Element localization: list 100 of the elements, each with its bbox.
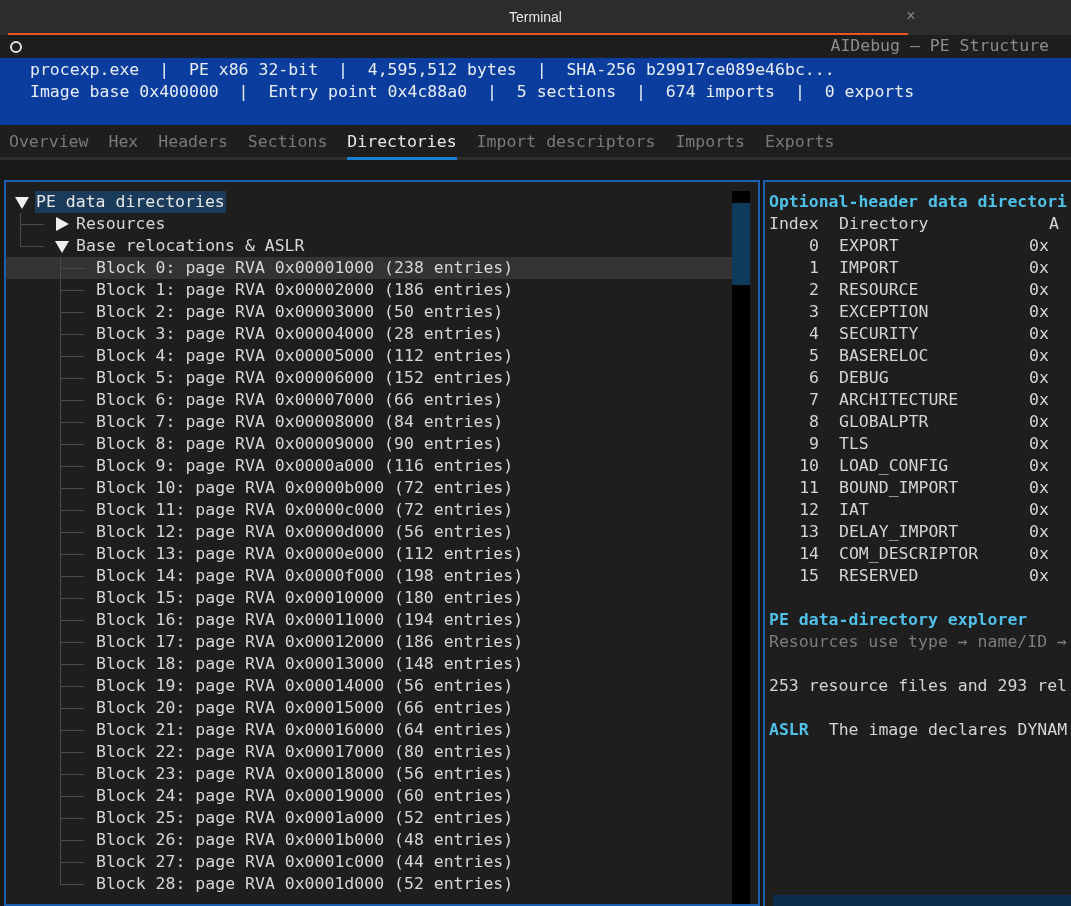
tree-item[interactable]: Block 22: page RVA 0x00017000 (80 entries) xyxy=(95,741,515,763)
table-cell: 0x xyxy=(1029,543,1049,565)
tree-item[interactable]: Resources xyxy=(75,213,167,235)
caret-down-icon[interactable] xyxy=(55,239,69,253)
table-cell-text: 11 xyxy=(798,477,819,499)
tree-item[interactable]: Block 11: page RVA 0x0000c000 (72 entries) xyxy=(95,499,515,521)
tree-item[interactable]: Block 8: page RVA 0x00009000 (90 entries) xyxy=(95,433,505,455)
tab[interactable]: Overview xyxy=(9,125,89,160)
tree-item[interactable]: Block 12: page RVA 0x0000d000 (56 entries) xyxy=(95,521,515,543)
tree-item[interactable]: Block 15: page RVA 0x00010000 (180 entries) xyxy=(95,587,525,609)
table-cell-text: 6 xyxy=(808,367,819,389)
table-cell: 0x xyxy=(1029,367,1049,389)
tree-item[interactable]: Block 23: page RVA 0x00018000 (56 entries) xyxy=(95,763,515,785)
window-title: Terminal xyxy=(509,8,562,27)
table-cell-text: 4 xyxy=(808,323,819,345)
table-cell-text: 2 xyxy=(808,279,819,301)
caret-down-icon[interactable] xyxy=(15,195,29,209)
table-cell: 0x xyxy=(1029,521,1049,543)
table-cell: 0x xyxy=(1029,323,1049,345)
table-cell: 0x xyxy=(1029,433,1049,455)
table-cell-text: LOAD_CONFIG xyxy=(839,455,950,477)
table-cell-text: 0 xyxy=(808,235,819,257)
table-cell: 0x xyxy=(1029,565,1049,587)
tree-item[interactable]: Block 5: page RVA 0x00006000 (152 entries) xyxy=(95,367,515,389)
section-title: Optional-header data directori xyxy=(769,191,1068,213)
tab[interactable]: Hex xyxy=(108,125,139,160)
tree-item[interactable]: Block 21: page RVA 0x00016000 (64 entries) xyxy=(95,719,515,741)
tab[interactable]: Directories xyxy=(347,125,457,160)
table-cell-text: EXPORT xyxy=(839,235,900,257)
table-cell-text: BASERELOC xyxy=(839,345,930,367)
close-button[interactable]: × xyxy=(900,5,922,27)
tree-item[interactable]: Block 14: page RVA 0x0000f000 (198 entries) xyxy=(95,565,525,587)
caret-right-icon[interactable] xyxy=(55,217,69,231)
tree-item[interactable]: Block 17: page RVA 0x00012000 (186 entries) xyxy=(95,631,525,653)
tree-item[interactable]: Block 19: page RVA 0x00014000 (56 entries) xyxy=(95,675,515,697)
tab[interactable]: Exports xyxy=(764,125,835,160)
table-cell-text: RESERVED xyxy=(839,565,920,587)
table-cell-text: 3 xyxy=(808,301,819,323)
tree-item[interactable]: Block 4: page RVA 0x00005000 (112 entries) xyxy=(95,345,515,367)
table-cell-text: 14 xyxy=(798,543,819,565)
table-cell: 0x xyxy=(1029,455,1049,477)
summary-line: procexp.exe | PE x86 32-bit | 4,595,512 bytes | SHA-256 b29917ce089e46bc... xyxy=(30,59,836,81)
scrollbar-thumb[interactable] xyxy=(732,203,750,285)
tree-item[interactable]: Block 2: page RVA 0x00003000 (50 entries) xyxy=(95,301,505,323)
tree-item[interactable]: Block 3: page RVA 0x00004000 (28 entries) xyxy=(95,323,505,345)
tree-item[interactable]: Block 16: page RVA 0x00011000 (194 entries) xyxy=(95,609,525,631)
table-cell: 0x xyxy=(1029,477,1049,499)
column-header: A xyxy=(1049,213,1059,235)
tree-item[interactable]: Block 26: page RVA 0x0001b000 (48 entries) xyxy=(95,829,515,851)
table-cell-text: 9 xyxy=(808,433,819,455)
aslr-text: The image declares DYNAM xyxy=(828,719,1068,741)
tree-item[interactable]: Block 9: page RVA 0x0000a000 (116 entries) xyxy=(95,455,515,477)
table-cell-text: 10 xyxy=(798,455,819,477)
tree-item[interactable]: Block 6: page RVA 0x00007000 (66 entries) xyxy=(95,389,505,411)
table-cell-text: DELAY_IMPORT xyxy=(839,521,960,543)
table-cell-text: 7 xyxy=(808,389,819,411)
tab[interactable]: Headers xyxy=(158,125,228,160)
table-cell: 0x xyxy=(1029,235,1049,257)
tree-item[interactable]: Block 13: page RVA 0x0000e000 (112 entries) xyxy=(95,543,525,565)
hint-text: Resources use type → name/ID → xyxy=(769,631,1068,653)
table-cell-text: IMPORT xyxy=(839,257,900,279)
tab[interactable]: Import descriptors xyxy=(476,125,656,160)
tree-item[interactable]: Base relocations & ASLR xyxy=(75,235,306,257)
table-cell-text: 13 xyxy=(798,521,819,543)
table-cell-text: 8 xyxy=(808,411,819,433)
table-cell: 0x xyxy=(1029,345,1049,367)
table-cell-text: EXCEPTION xyxy=(839,301,930,323)
app-title: AIDebug — PE Structure xyxy=(830,35,1050,58)
column-header: Directory xyxy=(839,213,930,235)
summary-text: 253 resource files and 293 rel xyxy=(769,675,1068,697)
tree-item[interactable]: PE data directories xyxy=(35,191,226,213)
column-header: Index xyxy=(769,213,819,235)
table-cell-text: BOUND_IMPORT xyxy=(839,477,960,499)
summary-line: Image base 0x400000 | Entry point 0x4c88a0 | 5 sections | 674 imports | 0 exports xyxy=(30,81,916,103)
tree-item[interactable]: Block 24: page RVA 0x00019000 (60 entries) xyxy=(95,785,515,807)
table-cell: 0x xyxy=(1029,389,1049,411)
tree-item[interactable]: Block 18: page RVA 0x00013000 (148 entries) xyxy=(95,653,525,675)
table-cell: 0x xyxy=(1029,301,1049,323)
tree-item[interactable]: Block 10: page RVA 0x0000b000 (72 entries) xyxy=(95,477,515,499)
tab[interactable]: Sections xyxy=(247,125,328,160)
tree-item[interactable]: Block 7: page RVA 0x00008000 (84 entries) xyxy=(95,411,505,433)
table-cell: 0x xyxy=(1029,279,1049,301)
table-cell: 0x xyxy=(1029,499,1049,521)
tree-item[interactable]: Block 1: page RVA 0x00002000 (186 entries) xyxy=(95,279,515,301)
tab[interactable]: Imports xyxy=(675,125,745,160)
table-cell: 0x xyxy=(1029,257,1049,279)
section-title: PE data-directory explorer xyxy=(769,609,1029,631)
tree-item[interactable]: Block 28: page RVA 0x0001d000 (52 entries) xyxy=(95,873,515,895)
table-cell-text: SECURITY xyxy=(839,323,920,345)
table-cell-text: GLOBALPTR xyxy=(839,411,930,433)
table-cell-text: IAT xyxy=(839,499,870,521)
table-cell-text: 1 xyxy=(808,257,819,279)
table-cell-text: DEBUG xyxy=(839,367,890,389)
table-cell-text: RESOURCE xyxy=(839,279,920,301)
tree-item[interactable]: Block 25: page RVA 0x0001a000 (52 entries) xyxy=(95,807,515,829)
tree-item[interactable]: Block 20: page RVA 0x00015000 (66 entries) xyxy=(95,697,515,719)
scrollbar[interactable] xyxy=(732,191,750,904)
table-cell: 0x xyxy=(1029,411,1049,433)
tree-item[interactable]: Block 27: page RVA 0x0001c000 (44 entries) xyxy=(95,851,515,873)
table-cell-text: COM_DESCRIPTOR xyxy=(839,543,980,565)
